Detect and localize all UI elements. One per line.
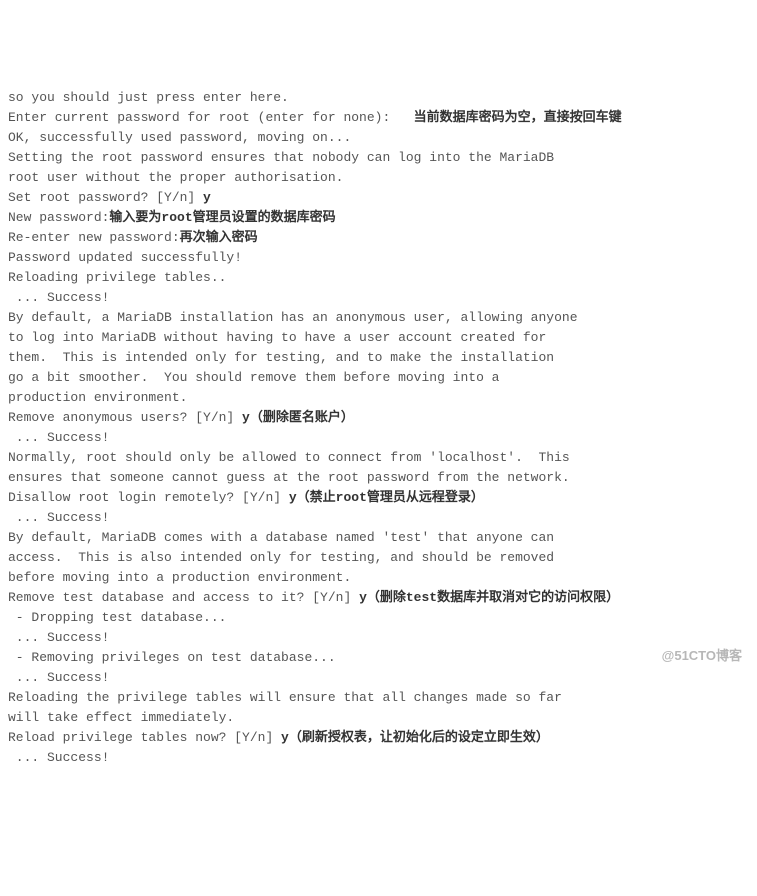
- output-text: ... Success!: [8, 290, 109, 305]
- annotation-text: y: [203, 190, 211, 205]
- terminal-line: them. This is intended only for testing,…: [8, 348, 749, 368]
- terminal-line: Remove test database and access to it? […: [8, 588, 749, 608]
- output-text: so you should just press enter here.: [8, 90, 289, 105]
- terminal-line: ensures that someone cannot guess at the…: [8, 468, 749, 488]
- output-text: Enter current password for root (enter f…: [8, 110, 414, 125]
- annotation-text: y（删除test数据库并取消对它的访问权限）: [359, 590, 619, 605]
- output-text: will take effect immediately.: [8, 710, 234, 725]
- terminal-line: Setting the root password ensures that n…: [8, 148, 749, 168]
- output-text: New password:: [8, 210, 109, 225]
- output-text: Normally, root should only be allowed to…: [8, 450, 570, 465]
- terminal-line: access. This is also intended only for t…: [8, 548, 749, 568]
- annotation-text: 再次输入密码: [180, 230, 258, 245]
- terminal-line: By default, a MariaDB installation has a…: [8, 308, 749, 328]
- output-text: to log into MariaDB without having to ha…: [8, 330, 546, 345]
- annotation-text: y（删除匿名账户）: [242, 410, 354, 425]
- output-text: Remove anonymous users? [Y/n]: [8, 410, 242, 425]
- output-text: ensures that someone cannot guess at the…: [8, 470, 570, 485]
- output-text: By default, MariaDB comes with a databas…: [8, 530, 554, 545]
- terminal-line: Set root password? [Y/n] y: [8, 188, 749, 208]
- terminal-line: Reload privilege tables now? [Y/n] y（刷新授…: [8, 728, 749, 748]
- output-text: Set root password? [Y/n]: [8, 190, 203, 205]
- terminal-line: Password updated successfully!: [8, 248, 749, 268]
- terminal-line: Reloading the privilege tables will ensu…: [8, 688, 749, 708]
- annotation-text: y（刷新授权表，让初始化后的设定立即生效）: [281, 730, 549, 745]
- output-text: them. This is intended only for testing,…: [8, 350, 554, 365]
- terminal-line: Enter current password for root (enter f…: [8, 108, 749, 128]
- output-text: Password updated successfully!: [8, 250, 242, 265]
- output-text: root user without the proper authorisati…: [8, 170, 343, 185]
- terminal-line: Normally, root should only be allowed to…: [8, 448, 749, 468]
- output-text: By default, a MariaDB installation has a…: [8, 310, 578, 325]
- terminal-line: so you should just press enter here.: [8, 88, 749, 108]
- terminal-line: - Dropping test database...: [8, 608, 749, 628]
- terminal-line: go a bit smoother. You should remove the…: [8, 368, 749, 388]
- terminal-line: will take effect immediately.: [8, 708, 749, 728]
- output-text: - Dropping test database...: [8, 610, 226, 625]
- terminal-line: ... Success!: [8, 288, 749, 308]
- terminal-line: ... Success!: [8, 668, 749, 688]
- terminal-line: - Removing privileges on test database..…: [8, 648, 749, 668]
- output-text: Re-enter new password:: [8, 230, 180, 245]
- output-text: - Removing privileges on test database..…: [8, 650, 336, 665]
- output-text: ... Success!: [8, 750, 109, 765]
- output-text: Disallow root login remotely? [Y/n]: [8, 490, 289, 505]
- output-text: access. This is also intended only for t…: [8, 550, 554, 565]
- output-text: OK, successfully used password, moving o…: [8, 130, 351, 145]
- output-text: ... Success!: [8, 670, 109, 685]
- terminal-line: ... Success!: [8, 748, 749, 768]
- terminal-line: production environment.: [8, 388, 749, 408]
- terminal-line: to log into MariaDB without having to ha…: [8, 328, 749, 348]
- terminal-output: so you should just press enter here. Ente…: [8, 88, 749, 768]
- output-text: go a bit smoother. You should remove the…: [8, 370, 499, 385]
- annotation-text: 当前数据库密码为空，直接按回车键: [414, 110, 622, 125]
- terminal-line: Reloading privilege tables..: [8, 268, 749, 288]
- terminal-line: Remove anonymous users? [Y/n] y（删除匿名账户）: [8, 408, 749, 428]
- terminal-line: By default, MariaDB comes with a databas…: [8, 528, 749, 548]
- output-text: Reloading the privilege tables will ensu…: [8, 690, 562, 705]
- output-text: before moving into a production environm…: [8, 570, 351, 585]
- watermark-text: @51CTO博客: [662, 646, 742, 666]
- annotation-text: 输入要为root管理员设置的数据库密码: [109, 210, 335, 225]
- output-text: production environment.: [8, 390, 187, 405]
- terminal-line: root user without the proper authorisati…: [8, 168, 749, 188]
- output-text: ... Success!: [8, 510, 109, 525]
- output-text: ... Success!: [8, 430, 109, 445]
- output-text: Remove test database and access to it? […: [8, 590, 359, 605]
- output-text: Reload privilege tables now? [Y/n]: [8, 730, 281, 745]
- terminal-line: New password:输入要为root管理员设置的数据库密码: [8, 208, 749, 228]
- terminal-line: before moving into a production environm…: [8, 568, 749, 588]
- annotation-text: y（禁止root管理员从远程登录）: [289, 490, 484, 505]
- output-text: Reloading privilege tables..: [8, 270, 226, 285]
- terminal-line: ... Success!: [8, 428, 749, 448]
- output-text: Setting the root password ensures that n…: [8, 150, 554, 165]
- terminal-line: ... Success!: [8, 508, 749, 528]
- terminal-line: ... Success!: [8, 628, 749, 648]
- terminal-line: Disallow root login remotely? [Y/n] y（禁止…: [8, 488, 749, 508]
- output-text: ... Success!: [8, 630, 109, 645]
- terminal-line: OK, successfully used password, moving o…: [8, 128, 749, 148]
- terminal-line: Re-enter new password:再次输入密码: [8, 228, 749, 248]
